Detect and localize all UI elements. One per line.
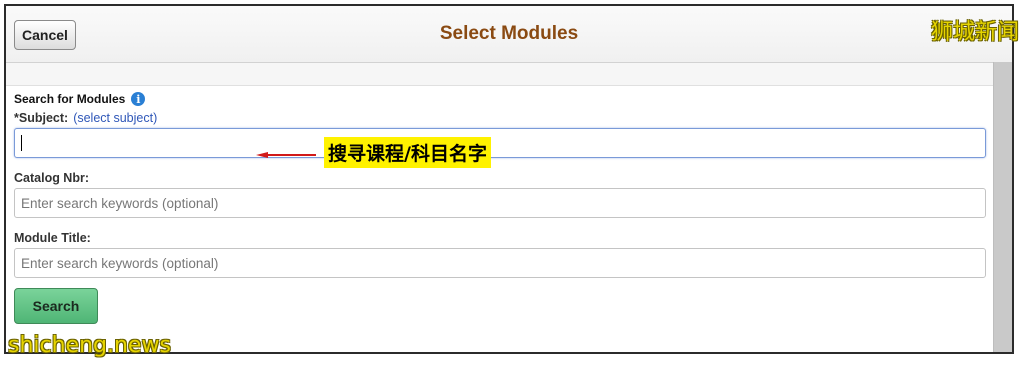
section-title: Search for Modules i — [14, 90, 986, 108]
subject-label-row: *Subject: (select subject) — [14, 108, 986, 128]
page-title: Select Modules — [439, 23, 579, 44]
annotation-arrow-icon — [256, 152, 316, 158]
app-window: Cancel Select Modules Search for Modules… — [4, 4, 1014, 354]
annotation-label: 搜寻课程/科目名字 — [324, 137, 491, 168]
catalog-label: Catalog Nbr: — [14, 171, 89, 185]
subject-input[interactable] — [14, 128, 986, 158]
watermark-bottom: shicheng.news — [8, 333, 171, 358]
header-bar: Cancel Select Modules — [6, 6, 1012, 63]
select-subject-link[interactable]: (select subject) — [73, 111, 157, 125]
vertical-scrollbar[interactable] — [993, 62, 1012, 352]
section-title-text: Search for Modules — [14, 92, 126, 106]
search-button[interactable]: Search — [14, 288, 98, 324]
subheader-bar — [6, 63, 994, 86]
info-icon[interactable]: i — [131, 92, 146, 106]
module-title-input[interactable]: Enter search keywords (optional) — [14, 248, 986, 278]
catalog-nbr-input[interactable]: Enter search keywords (optional) — [14, 188, 986, 218]
watermark-top: 狮城新闻 — [930, 20, 1019, 45]
search-form: Search for Modules i *Subject: (select s… — [14, 90, 986, 324]
text-caret — [21, 135, 22, 151]
subject-label: *Subject: — [14, 111, 69, 125]
module-title-label: Module Title: — [14, 231, 91, 245]
